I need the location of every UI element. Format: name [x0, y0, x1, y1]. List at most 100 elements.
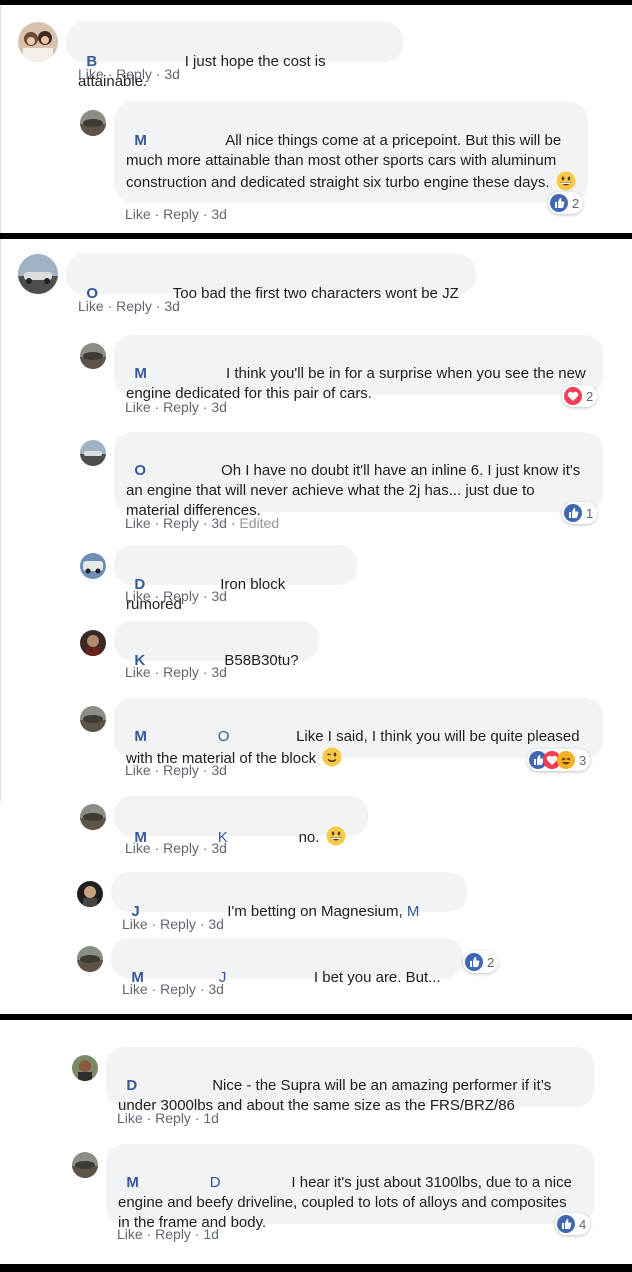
reaction-count[interactable]: 2 [463, 951, 499, 973]
like-link[interactable]: Like [78, 298, 104, 314]
comment-actions: Like · Reply · 3d [125, 206, 227, 222]
comment-actions: Like · Reply · 3d [125, 664, 227, 680]
reply-link[interactable]: Reply [163, 840, 199, 856]
comment-text: I bet you are. But... [313, 969, 441, 986]
like-link[interactable]: Like [122, 981, 148, 997]
comment-timestamp[interactable]: 3d [164, 66, 180, 82]
avatar[interactable] [80, 706, 106, 732]
thread-border [0, 5, 1, 233]
comment-actions: Like · Reply · 3d [125, 588, 227, 604]
comment-timestamp[interactable]: 3d [208, 916, 224, 932]
avatar[interactable] [77, 946, 103, 972]
comment-bubble: B I just hope the cost is attainable. [66, 22, 403, 90]
comment-bubble: M O Like I said, I think you will be qui… [114, 698, 603, 767]
love-reaction-icon [564, 387, 582, 405]
comment-actions: Like · Reply · 3d [78, 66, 180, 82]
reply-link[interactable]: Reply [163, 206, 199, 222]
thread-separator [0, 1264, 632, 1272]
comment-timestamp[interactable]: 3d [208, 981, 224, 997]
avatar[interactable] [72, 1055, 98, 1081]
reply-link[interactable]: Reply [160, 916, 196, 932]
comment-timestamp[interactable]: 3d [211, 515, 227, 531]
reaction-count[interactable]: 1 [562, 502, 598, 524]
reply-link[interactable]: Reply [163, 664, 199, 680]
reply-link[interactable]: Reply [155, 1110, 191, 1126]
comment-timestamp[interactable]: 3d [211, 588, 227, 604]
avatar[interactable] [80, 343, 106, 369]
comment-timestamp[interactable]: 3d [211, 399, 227, 415]
comment-timestamp[interactable]: 3d [211, 762, 227, 778]
mention-tag[interactable]: O [218, 728, 230, 745]
like-reaction-icon [564, 504, 582, 522]
like-link[interactable]: Like [125, 664, 151, 680]
comment-actions: Like · Reply · 3d [125, 399, 227, 415]
comment-author[interactable]: O [134, 462, 146, 479]
comment-author[interactable]: D [126, 1077, 137, 1094]
avatar[interactable] [80, 553, 106, 579]
comment-text: B58B30tu? [224, 652, 299, 669]
mention-tag[interactable]: D [210, 1174, 221, 1191]
reply-link[interactable]: Reply [116, 66, 152, 82]
comment-bubble: O Oh I have no doubt it'll have an inlin… [114, 432, 603, 519]
comment-author[interactable]: M [126, 1174, 139, 1191]
like-link[interactable]: Like [125, 588, 151, 604]
comment-actions: Like · Reply · 1d [117, 1110, 219, 1126]
edited-label[interactable]: Edited [239, 515, 279, 531]
like-link[interactable]: Like [117, 1226, 143, 1242]
comment-bubble: M I think you'll be in for a surprise wh… [114, 335, 603, 402]
reply-link[interactable]: Reply [155, 1226, 191, 1242]
comment-timestamp[interactable]: 3d [211, 664, 227, 680]
comment-actions: Like · Reply · 3d [122, 916, 224, 932]
comment-author[interactable]: M [134, 365, 147, 382]
reaction-count[interactable]: 2 [548, 192, 584, 214]
thread-separator [0, 233, 632, 239]
haha-reaction-icon [557, 751, 575, 769]
comment-author[interactable]: M [134, 132, 147, 149]
like-reaction-icon [550, 194, 568, 212]
comment-bubble: M K no. [114, 796, 368, 846]
comment-author[interactable]: M [134, 728, 147, 745]
reply-link[interactable]: Reply [163, 762, 199, 778]
comment-bubble: K B58B30tu? [114, 621, 319, 669]
like-link[interactable]: Like [78, 66, 104, 82]
like-link[interactable]: Like [117, 1110, 143, 1126]
like-link[interactable]: Like [125, 206, 151, 222]
comment-actions: Like · Reply · 3d [78, 298, 180, 314]
reaction-count[interactable]: 3 [527, 749, 591, 771]
comment-bubble: D Nice - the Supra will be an amazing pe… [106, 1047, 594, 1114]
reply-link[interactable]: Reply [160, 981, 196, 997]
reply-link[interactable]: Reply [163, 399, 199, 415]
comment-timestamp[interactable]: 1d [203, 1110, 219, 1126]
comment-actions: Like · Reply · 1d [117, 1226, 219, 1242]
avatar[interactable] [18, 22, 58, 62]
comment-bubble: J I'm betting on Magnesium, M [111, 872, 467, 920]
reply-link[interactable]: Reply [163, 588, 199, 604]
mention-tag[interactable]: M [407, 903, 420, 920]
avatar[interactable] [80, 804, 106, 830]
avatar[interactable] [77, 881, 103, 907]
comment-bubble: O Too bad the first two characters wont … [66, 254, 476, 302]
avatar[interactable] [80, 110, 106, 136]
like-link[interactable]: Like [125, 399, 151, 415]
reply-link[interactable]: Reply [163, 515, 199, 531]
like-link[interactable]: Like [125, 840, 151, 856]
like-link[interactable]: Like [122, 916, 148, 932]
like-link[interactable]: Like [125, 515, 151, 531]
reply-link[interactable]: Reply [116, 298, 152, 314]
like-reaction-icon [465, 953, 483, 971]
comment-bubble: M J I bet you are. But... [111, 938, 463, 986]
reaction-count[interactable]: 4 [555, 1213, 591, 1235]
avatar[interactable] [80, 440, 106, 466]
avatar[interactable] [72, 1152, 98, 1178]
comment-timestamp[interactable]: 3d [211, 206, 227, 222]
like-link[interactable]: Like [125, 762, 151, 778]
comment-timestamp[interactable]: 3d [164, 298, 180, 314]
comment-timestamp[interactable]: 3d [211, 840, 227, 856]
comment-text: I'm betting on Magnesium, [227, 903, 403, 920]
comment-text: no. [298, 829, 320, 846]
grin-emoji [556, 171, 576, 191]
comment-timestamp[interactable]: 1d [203, 1226, 219, 1242]
avatar[interactable] [18, 254, 58, 294]
reaction-count[interactable]: 2 [562, 385, 598, 407]
avatar[interactable] [80, 630, 106, 656]
